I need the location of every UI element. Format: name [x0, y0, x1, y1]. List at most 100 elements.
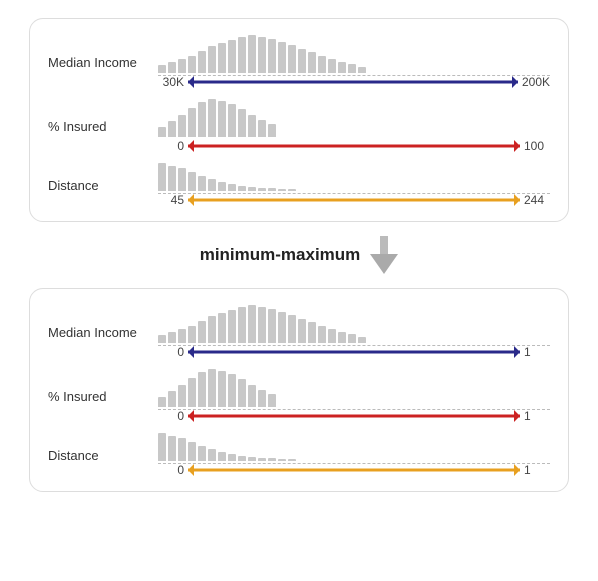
histogram-bar: [168, 391, 176, 407]
arrow-line: [188, 415, 520, 418]
histogram-bar: [168, 121, 176, 137]
chart-arrow-wrapper: 30K200K: [158, 35, 550, 89]
data-row: % Insured01: [48, 369, 550, 423]
histogram-bar: [298, 49, 306, 73]
histogram-bar: [228, 40, 236, 73]
left-value: 0: [158, 345, 184, 359]
histogram-bar: [278, 189, 286, 191]
histogram-bar: [198, 321, 206, 343]
left-value: 0: [158, 409, 184, 423]
arrow-row: 01: [158, 409, 550, 423]
histogram-bar: [238, 456, 246, 461]
histogram-bar: [178, 385, 186, 407]
data-row: Distance45 244: [48, 163, 550, 207]
dashed-line: [158, 193, 550, 194]
dashed-line: [158, 463, 550, 464]
histogram-bar: [308, 52, 316, 73]
left-value: 45: [158, 193, 184, 207]
histogram-bar: [358, 337, 366, 343]
histogram-bar: [208, 46, 216, 73]
histogram-bar: [218, 452, 226, 461]
arrow-row: 0100: [158, 139, 550, 153]
histogram: [158, 163, 550, 191]
histogram-bar: [338, 62, 346, 73]
top-panel: Median Income30K200K % Insured0100 Distanc…: [29, 18, 569, 222]
histogram-bar: [158, 65, 166, 73]
right-value: 1: [524, 345, 550, 359]
histogram-bar: [248, 457, 256, 461]
chart-arrow-wrapper: 01: [158, 305, 550, 359]
histogram-bar: [238, 379, 246, 407]
histogram-bar: [208, 316, 216, 343]
histogram-bar: [228, 310, 236, 343]
arrow-row: 45 244: [158, 193, 550, 207]
histogram-bar: [248, 305, 256, 343]
dashed-line: [158, 75, 550, 76]
histogram-bar: [158, 163, 166, 191]
histogram-bar: [268, 309, 276, 343]
histogram-bar: [288, 189, 296, 191]
histogram-bar: [268, 458, 276, 461]
histogram: [158, 369, 550, 407]
histogram-bar: [158, 127, 166, 137]
histogram-bar: [248, 385, 256, 407]
histogram-bar: [288, 459, 296, 461]
histogram-bar: [318, 326, 326, 343]
histogram-bar: [178, 168, 186, 191]
histogram-bar: [298, 319, 306, 343]
histogram-bar: [268, 188, 276, 191]
histogram-bar: [348, 334, 356, 343]
histogram-bar: [198, 446, 206, 461]
histogram: [158, 99, 550, 137]
histogram-bar: [178, 115, 186, 137]
histogram-bar: [258, 458, 266, 461]
arrow-row: 30K200K: [158, 75, 550, 89]
row-label: Distance: [48, 178, 158, 193]
histogram-bar: [248, 187, 256, 191]
histogram: [158, 433, 550, 461]
histogram-bar: [178, 59, 186, 73]
row-label: % Insured: [48, 119, 158, 134]
histogram-bar: [188, 378, 196, 407]
arrow-line: [188, 81, 518, 84]
histogram-bar: [358, 67, 366, 73]
histogram-bar: [268, 394, 276, 407]
histogram-bar: [278, 312, 286, 343]
histogram-bar: [258, 37, 266, 73]
histogram-bar: [268, 39, 276, 73]
histogram-bar: [278, 459, 286, 461]
histogram-bar: [188, 108, 196, 137]
histogram-bar: [178, 438, 186, 461]
histogram-bar: [288, 315, 296, 343]
arrow-row: 01: [158, 345, 550, 359]
arrow-row: 01: [158, 463, 550, 477]
histogram-bar: [228, 184, 236, 191]
right-value: 100: [524, 139, 550, 153]
histogram: [158, 35, 550, 73]
histogram-bar: [208, 449, 216, 461]
histogram-bar: [328, 329, 336, 343]
arrow-down-head: [370, 254, 398, 274]
histogram-bar: [318, 56, 326, 73]
histogram-bar: [238, 186, 246, 191]
chart-arrow-wrapper: 01: [158, 369, 550, 423]
left-value: 0: [158, 463, 184, 477]
right-value: 244: [524, 193, 550, 207]
histogram-bar: [218, 43, 226, 73]
chart-arrow-wrapper: 45 244: [158, 163, 550, 207]
histogram-bar: [218, 313, 226, 343]
middle-section: minimum-maximum: [200, 236, 399, 274]
histogram-bar: [228, 104, 236, 137]
histogram-bar: [208, 369, 216, 407]
histogram-bar: [158, 397, 166, 407]
row-label: Median Income: [48, 55, 158, 70]
histogram-bar: [238, 37, 246, 73]
histogram-bar: [198, 102, 206, 137]
histogram-bar: [348, 64, 356, 73]
chart-arrow-wrapper: 01: [158, 433, 550, 477]
left-value: 30K: [158, 75, 184, 89]
arrow-line: [188, 199, 520, 202]
arrow-line: [188, 351, 520, 354]
row-label: Median Income: [48, 325, 158, 340]
histogram-bar: [248, 115, 256, 137]
